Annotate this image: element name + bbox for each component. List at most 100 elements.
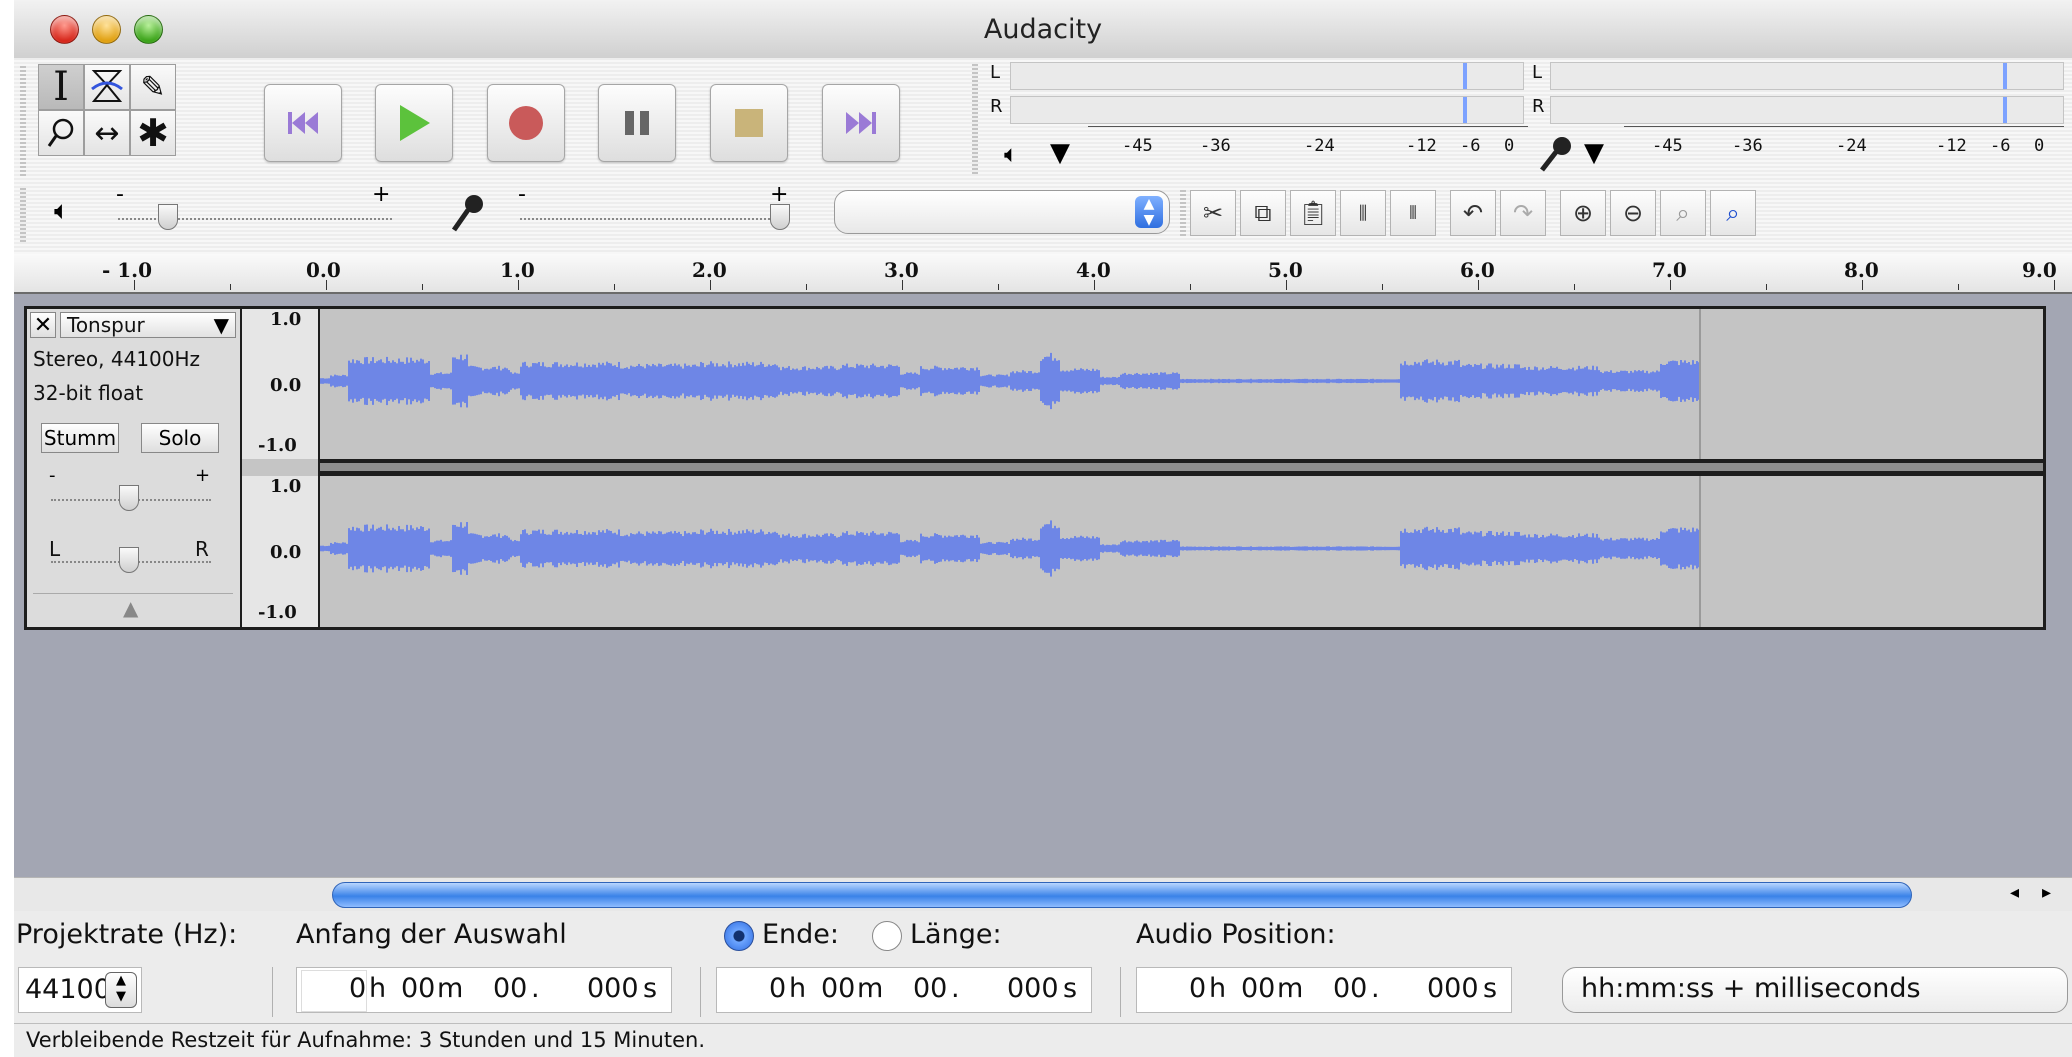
scrollbar-thumb[interactable] [332,882,1912,908]
waveform-sample [616,534,618,563]
waveform-sample [692,364,694,398]
waveform-sample [344,375,346,387]
collapse-track-button[interactable]: ▲ [33,593,233,624]
waveform-sample [1640,538,1642,559]
copy-button[interactable]: ⧉ [1240,190,1286,236]
pause-button[interactable] [598,84,676,162]
envelope-tool-button[interactable] [84,64,130,110]
waveform-sample [572,366,574,396]
output-volume-thumb[interactable] [158,204,178,230]
scroll-right-arrow-icon[interactable]: ▸ [2042,882,2051,903]
waveform-sample [938,534,940,563]
input-volume-slider[interactable] [520,218,790,220]
waveform-sample [1366,546,1368,551]
waveform-sample [414,530,416,567]
project-rate-combo[interactable]: 44100 ▲ ▼ [18,967,142,1013]
end-radio[interactable] [724,921,754,951]
waveform-sample [508,537,510,560]
record-button[interactable] [487,84,565,162]
waveform-sample [1182,546,1184,551]
input-volume-thumb[interactable] [770,204,790,230]
waveform-sample [948,368,950,394]
toolbar-grip[interactable] [20,66,26,178]
waveform-sample [510,372,512,390]
waveform-sample [1022,537,1024,560]
timeline-ruler[interactable]: - 1.0 0.0 1.0 2.0 3.0 4.0 5.0 6.0 7.0 8.… [14,254,2072,294]
selection-end-time[interactable]: 0 h 00 m 00 . 000 s [716,967,1092,1013]
waveform-sample [1274,546,1276,551]
output-plus-label: + [372,182,391,207]
selection-start-time[interactable]: 0 h 00 m 00 . 000 s [296,967,672,1013]
play-meter-menu-icon[interactable]: ▼ [1050,138,1070,168]
close-track-button[interactable]: ✕ [30,312,56,338]
waveform-sample [652,531,654,566]
skip-to-start-button[interactable] [264,84,342,162]
solo-button[interactable]: Solo [141,423,219,453]
waveform-sample [574,533,576,564]
start-hours: 0 [349,973,367,1004]
waveform-sample [1036,540,1038,557]
multi-tool-button[interactable]: ✱ [130,110,176,156]
waveform-sample [356,360,358,402]
selection-tool-button[interactable]: I [38,64,84,110]
waveform-sample [396,530,398,567]
waveform-left-channel[interactable] [320,309,2043,459]
waveform-sample [1400,363,1402,399]
length-radio[interactable] [872,921,902,951]
waveform-sample [958,369,960,393]
stop-button[interactable] [710,84,788,162]
waveform-sample [1528,366,1530,396]
waveform-sample [1460,367,1462,395]
fit-selection-button[interactable]: ⌕ [1660,190,1706,236]
waveform-sample [592,531,594,566]
skip-to-end-button[interactable] [822,84,900,162]
waveform-sample [1566,369,1568,393]
waveform-sample [1282,546,1284,551]
audio-position-time[interactable]: 0 h 00 m 00 . 000 s [1136,967,1512,1013]
edit-grip[interactable] [1180,190,1186,238]
mute-button[interactable]: Stumm [41,423,119,453]
waveform-sample [1554,367,1556,395]
window-title: Audacity [983,14,1103,45]
zoom-in-button[interactable]: ⊕ [1560,190,1606,236]
fit-project-button[interactable]: ⌕ [1710,190,1756,236]
silence-button[interactable]: ⫴ [1390,190,1436,236]
waveform-sample [892,366,894,396]
waveform-sample [1600,372,1602,390]
waveform-sample [1444,365,1446,397]
waveform-sample [436,373,438,389]
waveform-sample [1222,546,1224,551]
horizontal-scrollbar[interactable]: ◂ ▸ [14,877,2072,912]
waveform-sample [1348,379,1350,383]
mixer-grip[interactable] [20,188,26,244]
draw-tool-button[interactable]: ✎ [130,64,176,110]
waveform-right-channel[interactable] [320,476,2043,627]
timeshift-tool-button[interactable]: ↔ [84,110,130,156]
input-source-select[interactable]: ▲ ▼ [834,190,1170,234]
track-name-menu[interactable]: Tonspur ▼ [60,312,236,338]
meter-grip[interactable] [972,64,978,174]
track-gain-thumb[interactable] [119,485,139,511]
record-meter-menu-icon[interactable]: ▼ [1584,138,1604,168]
track-pan-thumb[interactable] [119,547,139,573]
waveform-sample [868,535,870,562]
waveform-sample [1424,360,1426,402]
trim-button[interactable]: ⫼ [1340,190,1386,236]
undo-button[interactable]: ↶ [1450,190,1496,236]
paste-button[interactable]: 📋︎ [1290,190,1336,236]
waveform-sample [1130,374,1132,388]
skip-to-end-icon [846,112,876,134]
scroll-left-arrow-icon[interactable]: ◂ [2010,882,2019,903]
zoom-tool-button[interactable] [38,110,84,156]
play-button[interactable] [375,84,453,162]
redo-button[interactable]: ↷ [1500,190,1546,236]
waveform-sample [858,365,860,397]
zoom-out-button[interactable]: ⊖ [1610,190,1656,236]
waveform-sample [1416,363,1418,399]
waveform-sample [1258,379,1260,383]
time-format-select[interactable]: hh:mm:ss + milliseconds [1562,967,2068,1013]
cut-button[interactable]: ✂ [1190,190,1236,236]
project-rate-arrows-icon[interactable]: ▲ ▼ [105,972,137,1008]
ruler-label: 3.0 [884,258,919,282]
waveform-sample [1428,363,1430,399]
